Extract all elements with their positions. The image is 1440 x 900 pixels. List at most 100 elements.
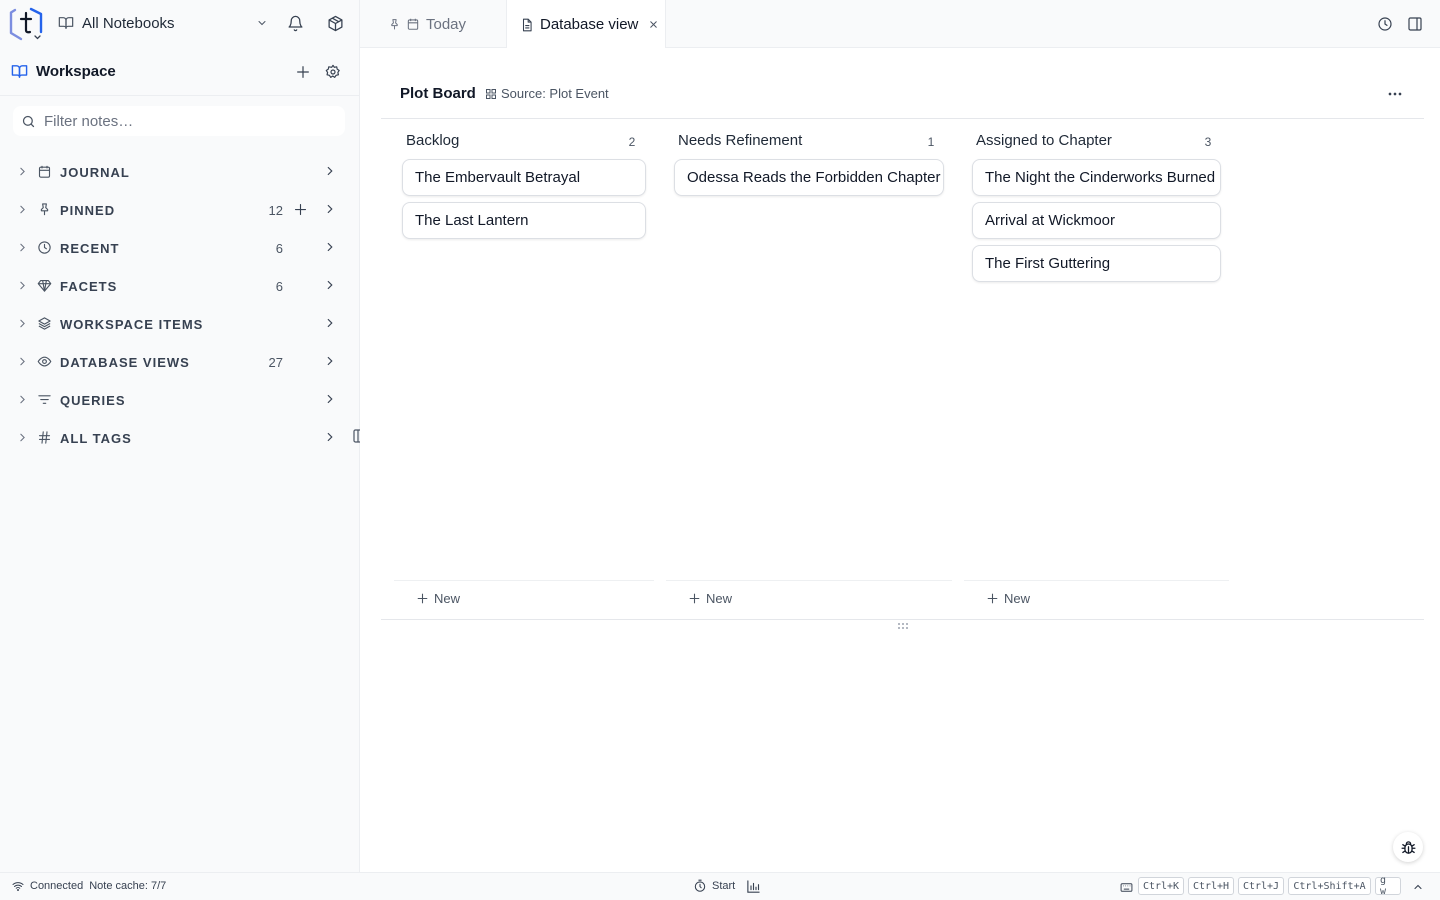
board-column-backlog: Backlog 2 The Embervault Betrayal The La…: [402, 120, 646, 580]
section-label: DATABASE VIEWS: [60, 355, 190, 370]
chevron-right-icon: [16, 393, 29, 406]
plus-icon: [416, 592, 429, 605]
bar-chart-icon[interactable]: [746, 879, 761, 894]
shortcut-ctrl-k[interactable]: Ctrl+K: [1138, 877, 1184, 895]
connection-status: Connected Note cache: 7/7: [12, 880, 166, 892]
add-pinned-icon[interactable]: [293, 202, 308, 217]
board-source-label: Source: Plot Event: [501, 86, 609, 101]
column-count: 2: [628, 135, 636, 149]
shortcut-ctrl-j[interactable]: Ctrl+J: [1238, 877, 1284, 895]
board-card[interactable]: Odessa Reads the Forbidden Chapter: [674, 159, 944, 196]
new-card-label: New: [706, 591, 733, 606]
filter-notes-input-wrapper: [13, 106, 345, 136]
search-icon: [21, 114, 36, 129]
history-icon: [1377, 16, 1393, 32]
chevron-right-icon: [16, 431, 29, 444]
packages-button[interactable]: [321, 9, 349, 37]
book-icon: [11, 63, 28, 80]
chevron-right-icon[interactable]: [323, 354, 337, 368]
workspace-title: Workspace: [36, 63, 116, 80]
filter-icon: [37, 392, 52, 407]
new-card-button[interactable]: New: [683, 591, 732, 606]
section-label: PINNED: [60, 203, 116, 218]
tab-database-view[interactable]: Database view: [506, 0, 666, 49]
tab-today[interactable]: Today: [388, 0, 506, 48]
clock-icon: [37, 240, 52, 255]
notifications-button[interactable]: [281, 9, 309, 37]
sidebar-section-facets[interactable]: FACETS 6: [0, 267, 359, 305]
resize-grip-icon[interactable]: [897, 622, 909, 630]
debug-button[interactable]: [1393, 832, 1423, 862]
sidebar-section-database-views[interactable]: DATABASE VIEWS 27: [0, 343, 359, 381]
sidebar-topbar: All Notebooks: [0, 0, 359, 47]
main-content: Plot Board Source: Plot Event Backlog 2 …: [360, 48, 1440, 872]
new-card-button[interactable]: New: [411, 591, 460, 606]
sidebar-section-all-tags[interactable]: ALL TAGS: [0, 419, 359, 457]
sidebar-section-journal[interactable]: JOURNAL: [0, 153, 359, 191]
eye-icon: [37, 354, 52, 369]
board-card[interactable]: The First Guttering: [972, 245, 1221, 282]
chevron-right-icon[interactable]: [323, 164, 337, 178]
section-label: RECENT: [60, 241, 120, 256]
sidebar-section-recent[interactable]: RECENT 6: [0, 229, 359, 267]
section-label: FACETS: [60, 279, 118, 294]
stopwatch-icon: [693, 879, 707, 893]
notebook-switcher[interactable]: All Notebooks: [54, 8, 272, 38]
timer-start-button[interactable]: Start: [688, 879, 735, 893]
tab-label: Database view: [540, 16, 639, 33]
more-options-icon[interactable]: [1385, 84, 1405, 104]
sidebar-section-pinned[interactable]: PINNED 12: [0, 191, 359, 229]
chevron-right-icon: [16, 165, 29, 178]
section-label: JOURNAL: [60, 165, 130, 180]
sidebar-section-workspace-items[interactable]: WORKSPACE ITEMS: [0, 305, 359, 343]
tab-bar: Today Database view: [360, 0, 1440, 49]
gem-icon: [37, 278, 52, 293]
chevron-up-icon[interactable]: [1412, 881, 1424, 893]
board-card[interactable]: The Night the Cinderworks Burned: [972, 159, 1221, 196]
shortcut-ctrl-h[interactable]: Ctrl+H: [1188, 877, 1234, 895]
sidebar-section-queries[interactable]: QUERIES: [0, 381, 359, 419]
keyboard-icon: [1120, 881, 1133, 894]
section-count: 6: [275, 279, 283, 294]
calendar-icon: [37, 164, 52, 179]
column-footer: New: [666, 580, 952, 618]
column-title: Needs Refinement: [678, 132, 803, 149]
app-logo[interactable]: [8, 4, 44, 42]
chevron-right-icon[interactable]: [323, 316, 337, 330]
pin-icon: [388, 18, 401, 31]
column-title: Backlog: [406, 132, 460, 149]
shortcut-ctrl-shift-a[interactable]: Ctrl+Shift+A: [1288, 877, 1371, 895]
board-source[interactable]: Source: Plot Event: [485, 86, 609, 101]
chevron-right-icon[interactable]: [323, 430, 337, 444]
calendar-icon: [406, 17, 420, 31]
history-button[interactable]: [1371, 10, 1399, 38]
workspace-settings-button[interactable]: [319, 58, 347, 86]
add-note-button[interactable]: [289, 58, 317, 86]
board-card[interactable]: The Embervault Betrayal: [402, 159, 646, 196]
chevron-right-icon[interactable]: [323, 278, 337, 292]
board-card[interactable]: Arrival at Wickmoor: [972, 202, 1221, 239]
chevron-right-icon[interactable]: [323, 240, 337, 254]
document-icon: [520, 18, 534, 32]
chevron-right-icon[interactable]: [323, 392, 337, 406]
status-bar: Connected Note cache: 7/7 Start Ctrl+K C…: [0, 872, 1440, 900]
chevron-right-icon: [16, 355, 29, 368]
shortcut-g-w[interactable]: g w: [1375, 875, 1401, 897]
grid-icon: [485, 88, 497, 100]
new-card-button[interactable]: New: [981, 591, 1030, 606]
column-header: Needs Refinement 1: [674, 132, 944, 152]
layers-icon: [37, 316, 52, 331]
section-count: 6: [275, 241, 283, 256]
tab-label: Today: [426, 15, 467, 33]
board-title: Plot Board: [400, 85, 476, 102]
close-icon[interactable]: [648, 19, 659, 30]
new-card-label: New: [1004, 591, 1031, 606]
toggle-right-panel-button[interactable]: [1401, 10, 1429, 38]
chevron-right-icon: [16, 317, 29, 330]
column-footer: New: [394, 580, 654, 618]
plus-icon: [986, 592, 999, 605]
board-card[interactable]: The Last Lantern: [402, 202, 646, 239]
column-count: 3: [1204, 135, 1212, 149]
filter-notes-input[interactable]: [44, 112, 345, 130]
chevron-right-icon[interactable]: [323, 202, 337, 216]
